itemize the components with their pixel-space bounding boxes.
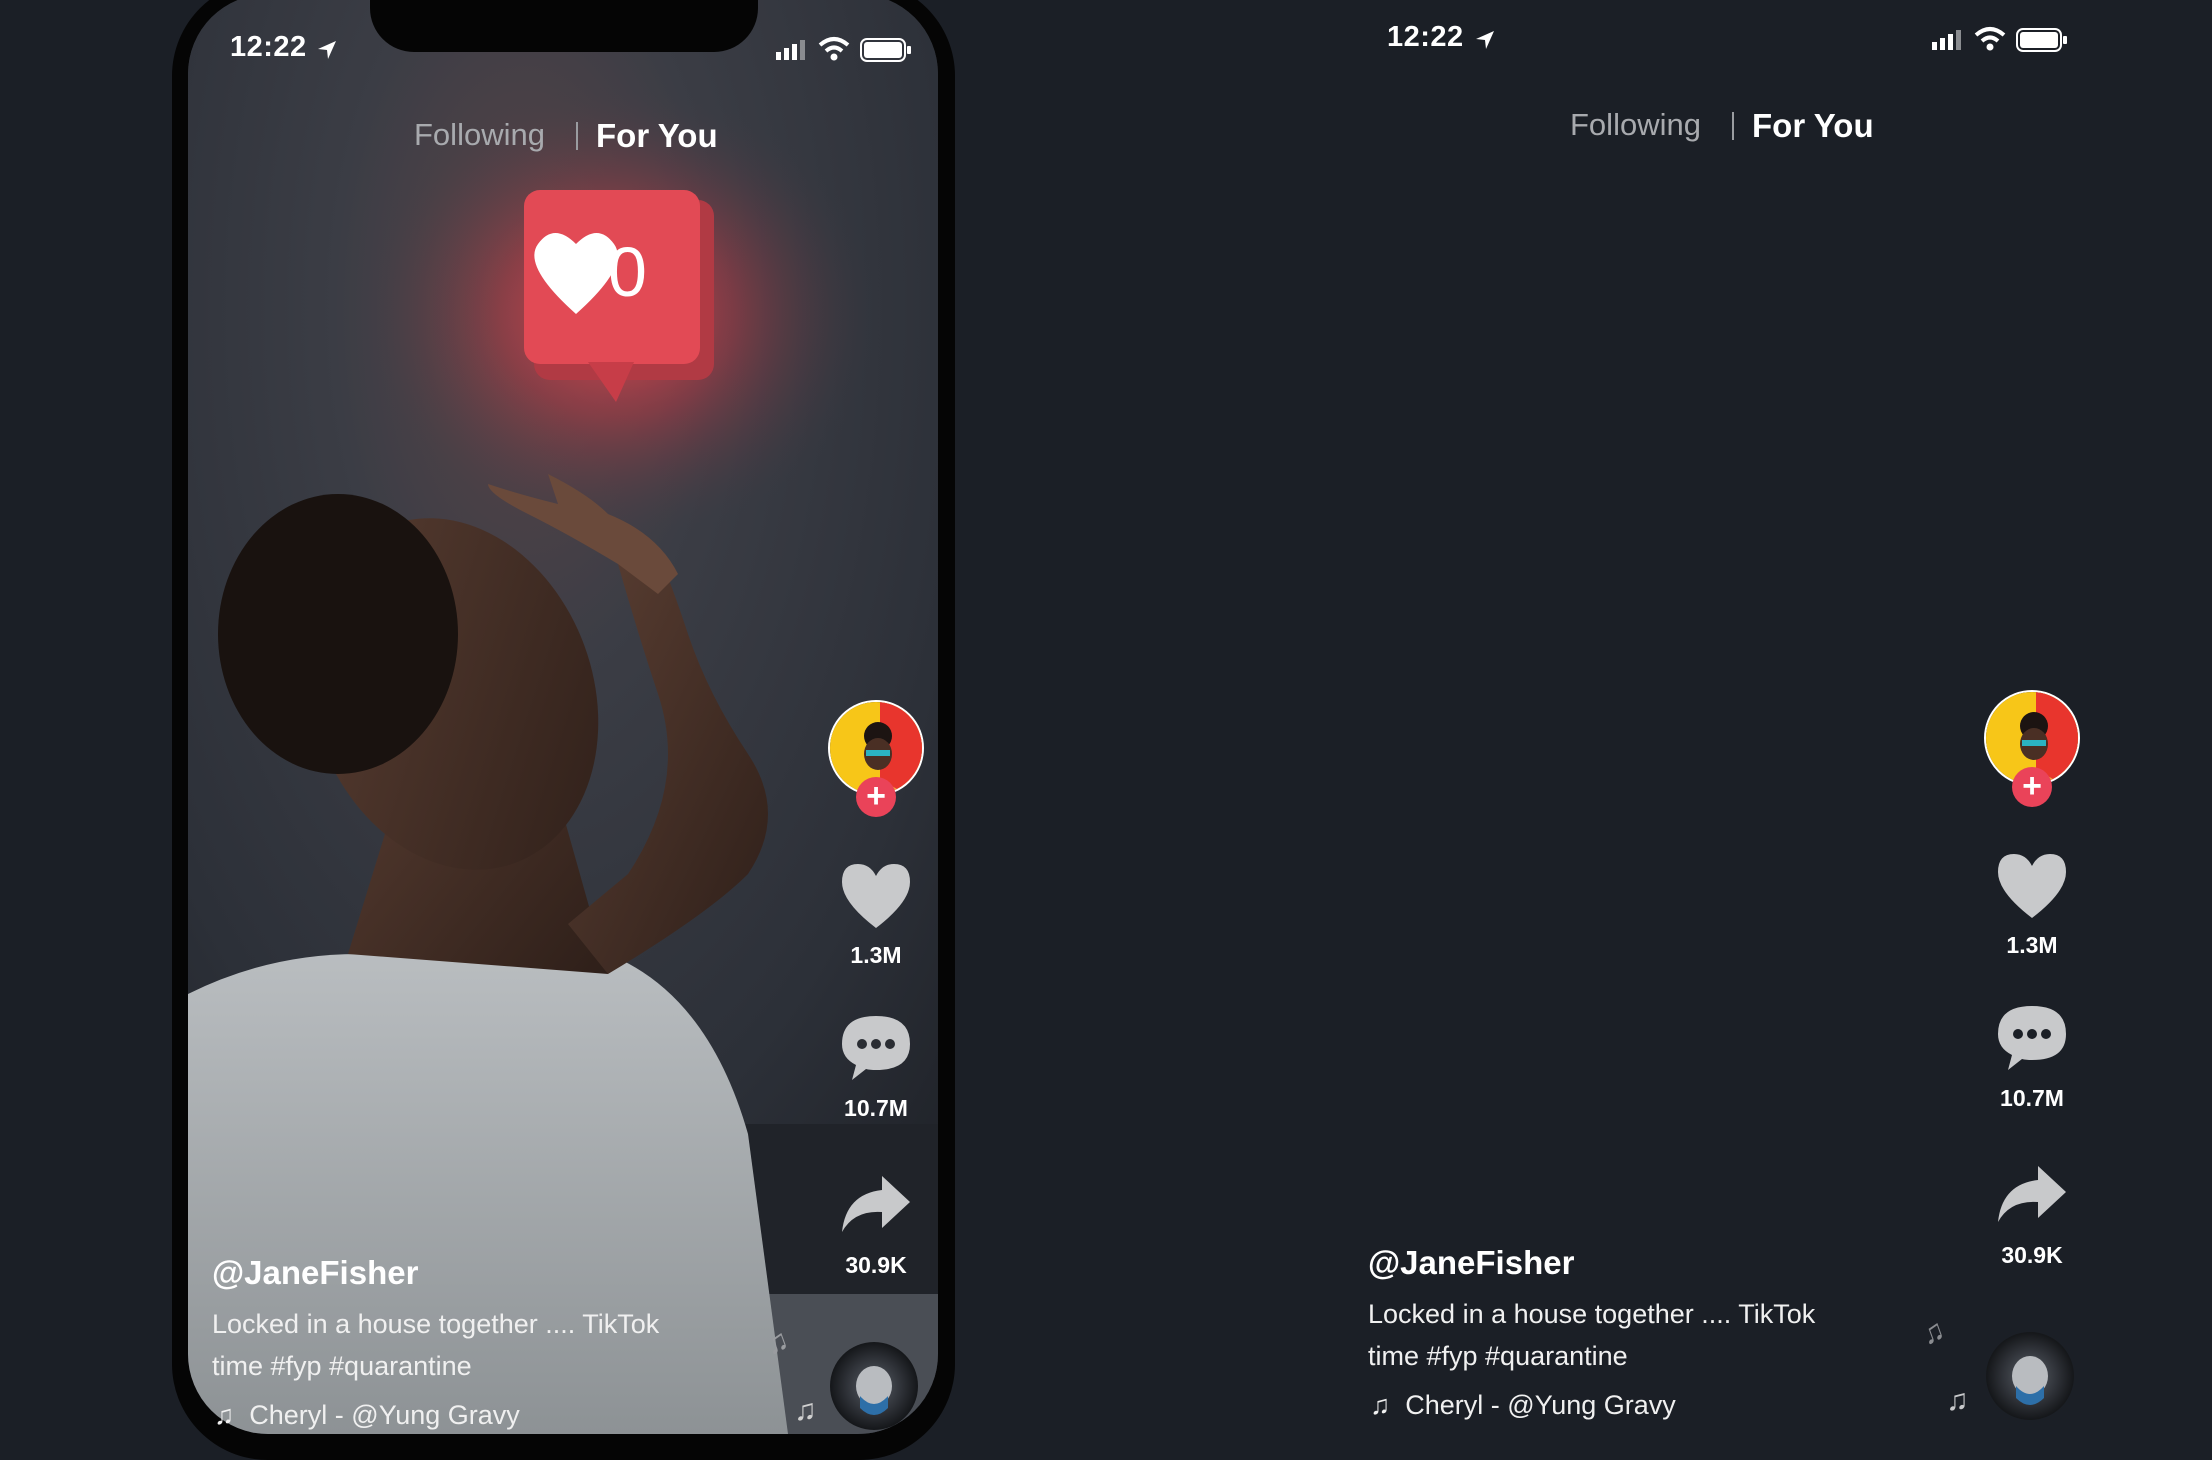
like-count: 1.3M: [2006, 932, 2058, 958]
follow-plus-button[interactable]: +: [856, 777, 896, 817]
tab-divider: [1732, 112, 1734, 140]
location-arrow-icon: [318, 41, 336, 59]
music-note-small-icon: ♫: [1370, 1390, 1391, 1420]
status-time-text: 12:22: [1387, 21, 1464, 53]
comment-icon[interactable]: [838, 1012, 914, 1084]
tab-following[interactable]: Following: [414, 117, 545, 153]
notification-count: 0: [608, 233, 647, 311]
cellular-signal-icon: [1932, 30, 1961, 50]
share-count: 30.9K: [845, 1252, 907, 1278]
music-disc-image: [2012, 1356, 2048, 1405]
share-count: 30.9K: [2001, 1242, 2063, 1268]
heart-icon[interactable]: [1994, 850, 2070, 920]
post-caption-line-1: Locked in a house together .... TikTok: [1368, 1299, 1816, 1329]
status-time: 12:22: [230, 31, 307, 64]
share-icon[interactable]: [838, 1172, 914, 1236]
music-ticker[interactable]: ♫ Cheryl - @Yung Gravy: [214, 1400, 520, 1431]
music-note-icon: ♫: [1916, 1313, 1950, 1352]
comment-count: 10.7M: [2000, 1085, 2064, 1111]
post-caption-line-1: Locked in a house together .... TikTok: [212, 1309, 660, 1339]
music-disc-image: [856, 1366, 892, 1415]
battery-icon: [2016, 28, 2067, 52]
music-note-icon: ♫: [794, 1394, 817, 1427]
battery-icon: [860, 38, 911, 62]
wifi-icon: [818, 37, 850, 61]
comment-icon[interactable]: [1994, 1002, 2070, 1074]
phone-screen: 0 ♫ ♫: [188, 0, 938, 1434]
like-count: 1.3M: [850, 942, 902, 968]
location-arrow-icon: [1476, 31, 1494, 49]
music-title: Cheryl - @Yung Gravy: [249, 1400, 520, 1430]
music-ticker[interactable]: ♫ Cheryl - @Yung Gravy: [1370, 1390, 1676, 1421]
cellular-signal-icon: [776, 40, 805, 60]
phone-notch: [370, 0, 758, 52]
heart-icon[interactable]: [838, 860, 914, 930]
wifi-icon: [1974, 27, 2006, 51]
tab-for-you[interactable]: For You: [596, 117, 718, 155]
tab-divider: [576, 122, 578, 150]
post-username[interactable]: @JaneFisher: [1368, 1244, 1574, 1282]
music-disc[interactable]: [1986, 1332, 2074, 1420]
follow-plus-button[interactable]: +: [2012, 767, 2052, 807]
video-frame[interactable]: [188, 0, 938, 1434]
post-caption-line-2: time #fyp #quarantine: [1368, 1341, 1628, 1371]
post-username[interactable]: @JaneFisher: [212, 1254, 418, 1292]
music-note-icon: ♫: [1946, 1384, 1969, 1417]
tab-following[interactable]: Following: [1570, 107, 1701, 143]
share-icon[interactable]: [1994, 1162, 2070, 1226]
status-time-overlay: 12:22: [1387, 21, 1464, 54]
music-note-small-icon: ♫: [214, 1400, 235, 1430]
music-title: Cheryl - @Yung Gravy: [1405, 1390, 1676, 1420]
comment-count: 10.7M: [844, 1095, 908, 1121]
status-time-text: 12:22: [230, 31, 307, 63]
tab-for-you[interactable]: For You: [1752, 107, 1874, 145]
music-disc[interactable]: [830, 1342, 918, 1430]
post-caption-line-2: time #fyp #quarantine: [212, 1351, 472, 1381]
